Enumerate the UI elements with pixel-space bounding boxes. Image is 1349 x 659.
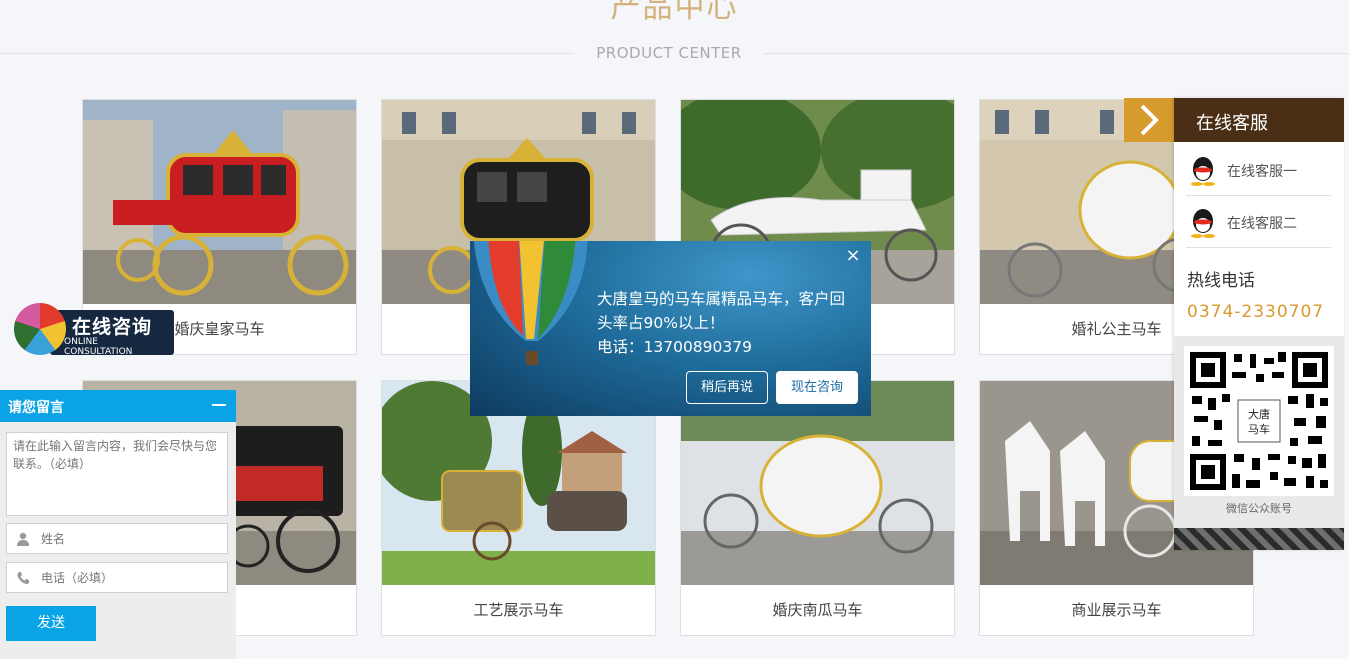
- qq-icon: [1191, 209, 1215, 238]
- close-icon[interactable]: ×: [844, 247, 862, 265]
- product-card[interactable]: 工艺展示马车: [381, 380, 656, 636]
- service-agent-label: 在线客服一: [1227, 164, 1297, 180]
- consult-label: 在线咨询: [72, 316, 153, 338]
- hot-air-balloon-image: [473, 241, 588, 365]
- name-field[interactable]: [6, 523, 228, 554]
- popup-message: 大唐皇马的马车属精品马车，客户回头率占90%以上！ 电话：13700890379: [597, 290, 846, 356]
- qr-section: 大唐 马车 微信公众账号: [1174, 336, 1344, 528]
- svg-text:马车: 马车: [1248, 422, 1270, 436]
- phone-input[interactable]: [41, 568, 221, 588]
- service-panel-header: 在线客服: [1174, 98, 1344, 142]
- message-panel: 请您留言 发送: [0, 390, 236, 659]
- service-agent-2[interactable]: 在线客服二: [1186, 196, 1331, 248]
- name-input[interactable]: [41, 529, 221, 549]
- hotline-number: 0374-2330707: [1187, 302, 1325, 322]
- service-panel-toggle[interactable]: [1124, 98, 1174, 142]
- wechat-qr-code: 大唐 马车: [1184, 346, 1334, 496]
- hotline-label: 热线电话: [1187, 271, 1255, 291]
- consult-label-en: ONLINE CONSULTATION: [64, 337, 133, 357]
- consult-now-button[interactable]: 现在咨询: [776, 371, 858, 404]
- later-button[interactable]: 稍后再说: [686, 371, 768, 404]
- message-panel-title: 请您留言: [8, 400, 64, 416]
- phone-icon: [16, 571, 30, 585]
- product-name[interactable]: 商业展示马车: [980, 585, 1253, 635]
- consult-popup: × 大唐皇马的马车属精品马车，客户回头率占90%以上！ 电话：137008903…: [470, 241, 871, 416]
- message-content-input[interactable]: [6, 432, 228, 516]
- product-card[interactable]: 婚庆南瓜马车: [680, 380, 955, 636]
- qq-icon: [1191, 157, 1215, 186]
- service-agent-1[interactable]: 在线客服一: [1186, 144, 1331, 196]
- service-panel: 在线客服 在线客服一 在线客服二 热线电话 0374-2330707 大唐 马车…: [1174, 98, 1344, 550]
- user-icon: [16, 532, 30, 546]
- service-panel-title: 在线客服: [1196, 113, 1268, 134]
- panel-stripe: [1174, 528, 1344, 550]
- send-button[interactable]: 发送: [6, 606, 96, 641]
- qr-caption: 微信公众账号: [1226, 502, 1292, 515]
- balloon-icon: [14, 303, 66, 355]
- message-panel-header[interactable]: 请您留言: [0, 390, 236, 422]
- product-image[interactable]: [83, 100, 356, 304]
- product-name[interactable]: 婚庆南瓜马车: [681, 585, 954, 635]
- chevron-right-icon: [1140, 104, 1159, 136]
- minimize-icon[interactable]: [212, 404, 226, 406]
- product-name[interactable]: 工艺展示马车: [382, 585, 655, 635]
- phone-field[interactable]: [6, 562, 228, 593]
- service-agent-label: 在线客服二: [1227, 216, 1297, 232]
- svg-text:大唐: 大唐: [1248, 407, 1270, 421]
- section-subtitle: PRODUCT CENTER: [574, 44, 764, 62]
- section-title: 产品中心: [610, 0, 739, 25]
- online-consultation-badge[interactable]: 在线咨询 ONLINE CONSULTATION: [14, 303, 174, 357]
